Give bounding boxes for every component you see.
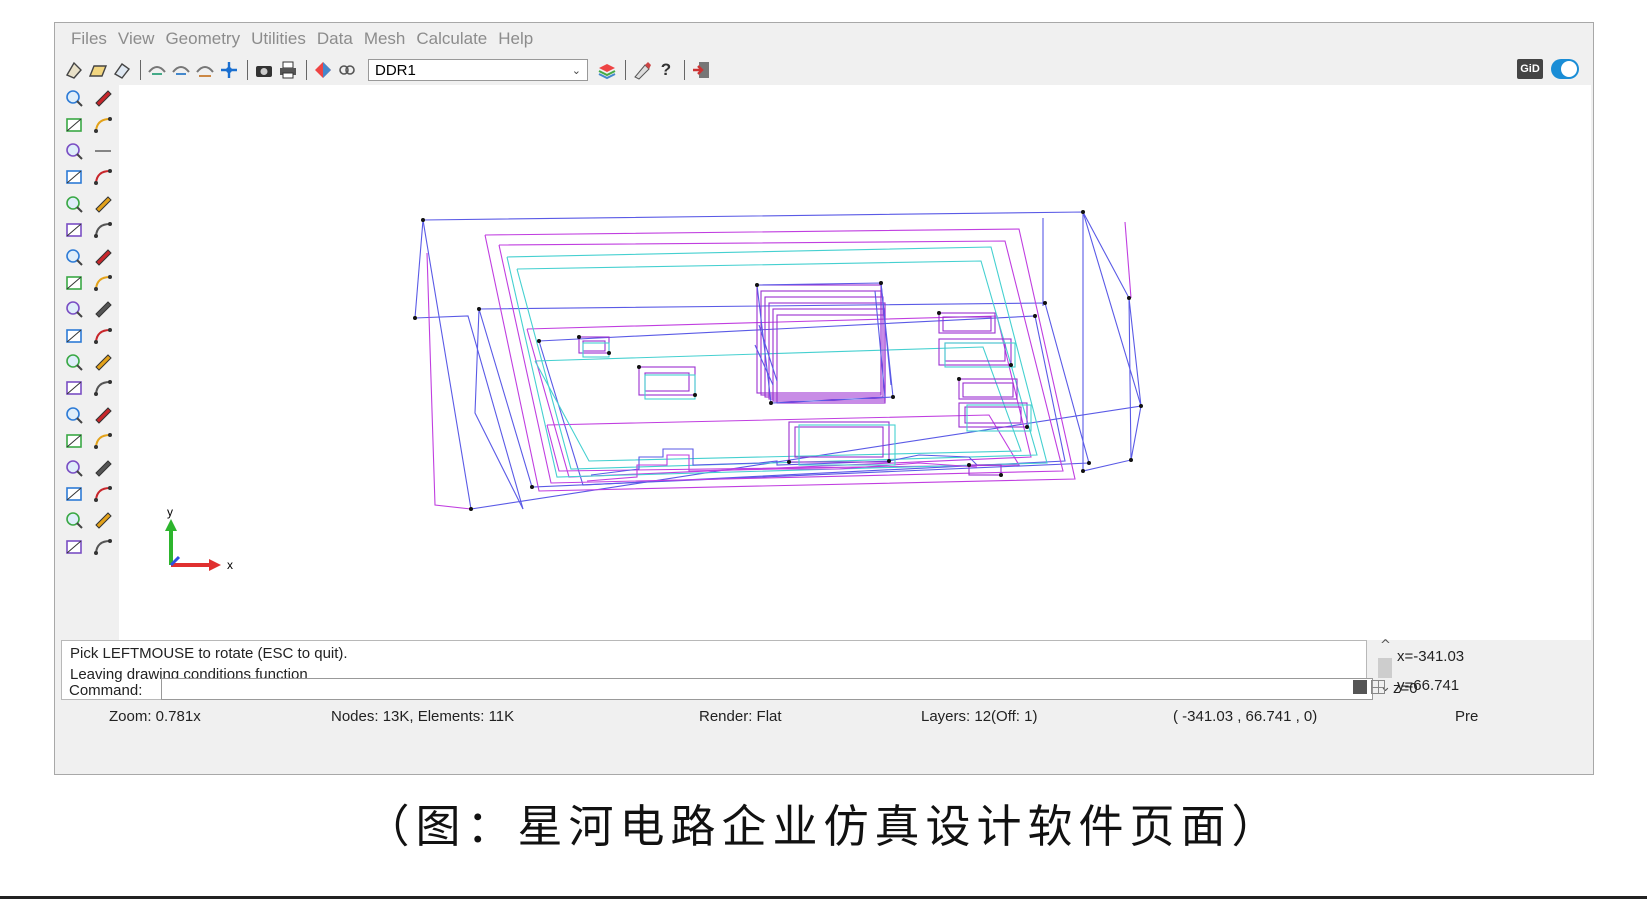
delete-icon[interactable] [61,507,87,533]
color-icon[interactable] [61,191,87,217]
line-sep-icon[interactable] [90,138,116,164]
help-icon[interactable]: ? [655,59,677,81]
scroll-thumb[interactable] [1378,658,1392,678]
command-input[interactable] [161,678,1373,700]
zoom-frame-icon[interactable] [194,59,216,81]
pan-icon[interactable] [218,59,240,81]
text-icon[interactable] [90,217,116,243]
gid-logo: GiD [1517,59,1543,79]
curve-icon[interactable] [90,428,116,454]
component-wire [578,312,1028,476]
scroll-up-icon[interactable]: ^ [1380,638,1391,653]
zoom-out-icon[interactable] [61,111,87,137]
shape-icon[interactable] [61,428,87,454]
status-bar: Zoom: 0.781x Nodes: 13K, Elements: 11K R… [55,708,1593,730]
status-nodes: Nodes: 13K, Elements: 11K [331,708,515,725]
notes-icon[interactable] [1353,680,1367,694]
status-mode: Pre [1455,708,1479,725]
toolbar-separator [684,60,685,80]
edit-box-icon[interactable] [61,481,87,507]
point-icon[interactable] [90,85,116,111]
cross-icon[interactable] [90,454,116,480]
figure-caption: （图：星河电路企业仿真设计软件页面） [364,800,1283,853]
mesh-icon[interactable] [90,375,116,401]
menu-help[interactable]: Help [498,29,533,49]
surface-icon[interactable] [90,164,116,190]
zoom-all-icon[interactable] [61,138,87,164]
status-layers: Layers: 12(Off: 1) [921,708,1038,725]
exit-icon[interactable] [690,59,712,81]
view-icon[interactable] [336,59,358,81]
menu-bar: Files View Geometry Utilities Data Mesh … [55,23,1593,55]
command-label: Command: [69,682,143,699]
toolbar-separator [247,60,248,80]
curve-icon[interactable] [90,402,116,428]
arrow-icon[interactable] [61,217,87,243]
zoom-out-icon[interactable] [170,59,192,81]
mode-toggle[interactable] [1551,59,1579,79]
status-zoom: Zoom: 0.781x [109,708,201,725]
nurbs-icon[interactable] [61,349,87,375]
axis-y-label: y [167,505,173,519]
folder-icon[interactable] [90,270,116,296]
polyline-icon[interactable] [61,323,87,349]
menu-data[interactable]: Data [317,29,353,49]
line-icon[interactable] [61,243,87,269]
status-position: ( -341.03 , 66.741 , 0) [1173,708,1318,725]
layer-select[interactable]: DDR1 ⌄ [368,59,588,81]
menu-utilities[interactable]: Utilities [251,29,306,49]
coord-z: z=0 [1393,680,1418,697]
command-icons: z=0 [1353,680,1418,697]
chip-stack-wire [756,284,886,404]
graphics-viewport[interactable]: y x [119,85,1591,640]
chevron-down-icon: ⌄ [571,64,581,77]
folder-icon[interactable] [90,296,116,322]
menu-mesh[interactable]: Mesh [364,29,406,49]
spline-icon[interactable] [61,296,87,322]
mesh-grid-icon[interactable] [90,507,116,533]
menu-calculate[interactable]: Calculate [416,29,487,49]
surface-tool-icon[interactable] [90,323,116,349]
view-rotate-icon[interactable] [61,534,87,560]
surface-tool-icon[interactable] [90,349,116,375]
zoom-icon[interactable] [61,85,87,111]
toolbar-separator [306,60,307,80]
print-icon[interactable] [277,59,299,81]
grid-icon[interactable] [1371,680,1385,694]
menu-view[interactable]: View [118,29,155,49]
mesh-grid-icon[interactable] [90,481,116,507]
edit-icon[interactable] [90,111,116,137]
arc-icon[interactable] [61,270,87,296]
new-icon[interactable] [63,59,85,81]
contact-icon[interactable] [61,375,87,401]
open-icon[interactable] [87,59,109,81]
render-icon[interactable] [312,59,334,81]
volume-icon[interactable] [61,402,87,428]
save-icon[interactable] [111,59,133,81]
layers-icon[interactable] [90,243,116,269]
menu-files[interactable]: Files [71,29,107,49]
model-wireframe: y x [165,210,1143,572]
coord-x: x=-341.03 [1397,648,1465,665]
layers-icon[interactable] [596,59,618,81]
bottom-rule [0,896,1647,899]
tools-icon[interactable] [631,59,653,81]
top-toolbar: DDR1 ⌄ ? [55,55,1593,85]
toolbar-separator [140,60,141,80]
message-line: Pick LEFTMOUSE to rotate (ESC to quit). [70,645,348,662]
left-toolbar [61,85,117,640]
axis-x-label: x [227,558,233,572]
pen-icon[interactable] [61,454,87,480]
toolbar-separator [625,60,626,80]
layer-select-value: DDR1 [375,61,416,79]
redraw-icon[interactable] [61,164,87,190]
menu-geometry[interactable]: Geometry [165,29,240,49]
status-render: Render: Flat [699,708,782,725]
zoom-in-icon[interactable] [146,59,168,81]
axis-triad: y x [165,505,233,572]
gid-window: Files View Geometry Utilities Data Mesh … [54,22,1594,775]
select-box-icon[interactable] [90,191,116,217]
mesh-grid-icon[interactable] [90,534,116,560]
screenshot-icon[interactable] [253,59,275,81]
